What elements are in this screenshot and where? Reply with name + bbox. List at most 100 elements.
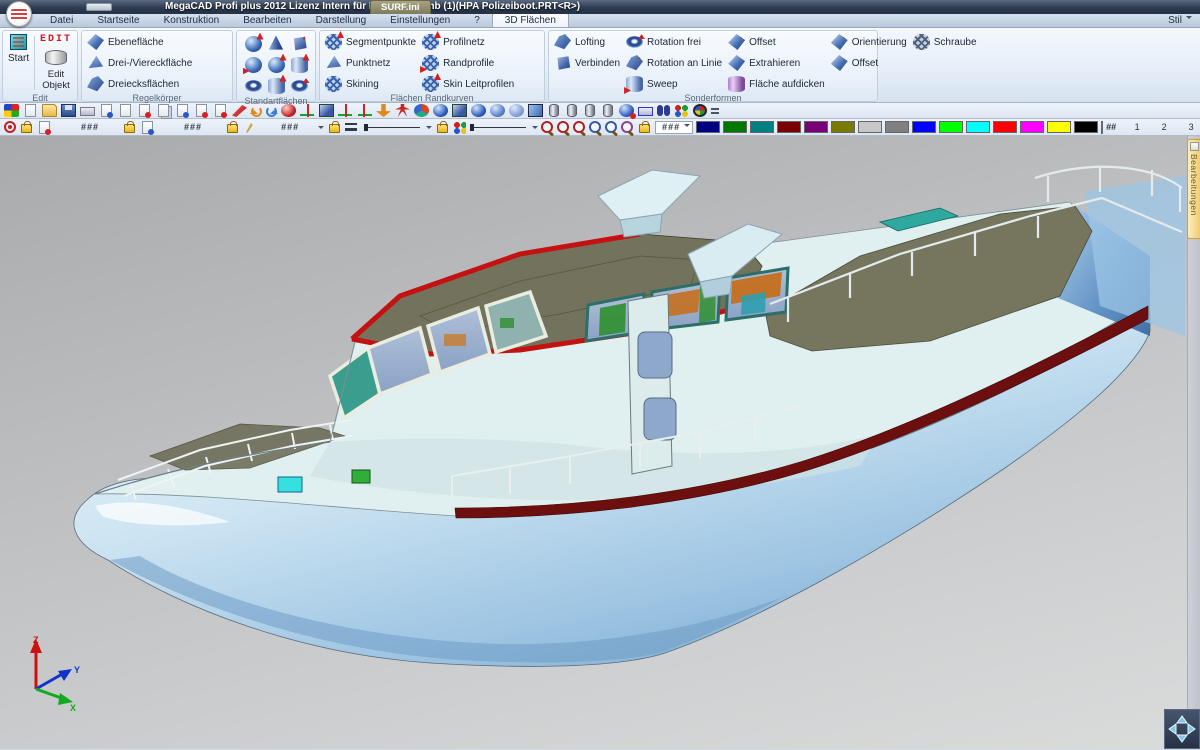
sphere-hr-surface-button[interactable] — [245, 57, 262, 73]
schraube-button[interactable]: Schraube — [913, 34, 977, 50]
tab-konstruktion[interactable]: Konstruktion — [152, 14, 232, 27]
zoom-out-red-icon[interactable] — [541, 121, 554, 134]
sphere-axis-surface-button[interactable] — [268, 57, 285, 73]
profilnetz-button[interactable]: Profilnetz — [422, 34, 514, 50]
extrahieren-button[interactable]: Extrahieren — [728, 55, 825, 71]
layer-value[interactable]: ### — [75, 122, 105, 132]
rotation-an-linie-button[interactable]: Rotation an Linie — [626, 55, 722, 71]
randprofile-button[interactable]: Randprofile — [422, 55, 514, 71]
globe-icon[interactable] — [433, 104, 448, 117]
cylinder-tool-1-icon[interactable] — [549, 104, 559, 117]
zoom-window-icon[interactable] — [557, 121, 570, 134]
color-dots-icon[interactable] — [674, 104, 689, 117]
document-tab-surf-ini[interactable]: SURF.ini — [370, 0, 431, 14]
palette-yellow[interactable] — [1047, 121, 1071, 133]
linewidth-slider[interactable] — [366, 127, 420, 128]
palette-green[interactable] — [723, 121, 747, 133]
sphere-surface-button[interactable] — [245, 36, 262, 52]
tab-bearbeiten[interactable]: Bearbeiten — [231, 14, 303, 27]
linewidth-dropdown-icon[interactable] — [426, 126, 432, 132]
skin-leitprofilen-button[interactable]: Skin Leitprofilen — [422, 76, 514, 92]
box-surface-button[interactable] — [291, 36, 308, 52]
hidden-line-view-icon[interactable] — [509, 104, 524, 117]
pen-value[interactable]: ### — [275, 122, 305, 132]
palette-cyan[interactable] — [966, 121, 990, 133]
shaded-view-icon[interactable] — [471, 104, 486, 117]
orientierung-button[interactable]: Orientierung — [831, 34, 907, 50]
color-wheel-icon[interactable] — [693, 104, 707, 117]
special-color-icon[interactable] — [1101, 121, 1103, 134]
plot-icon[interactable] — [638, 107, 653, 116]
pen-lock-icon[interactable] — [227, 124, 238, 133]
edit-objekt-button[interactable]: EDIT EditObjekt — [40, 34, 72, 92]
undo-icon[interactable] — [251, 106, 262, 117]
solid-view-icon[interactable] — [452, 104, 467, 117]
viewport-3d[interactable]: Z Y X Bearbeitungen — [0, 136, 1200, 749]
linetype-dropdown-icon[interactable] — [532, 126, 538, 132]
sweep-button[interactable]: Sweep — [626, 76, 722, 92]
palette-purple[interactable] — [804, 121, 828, 133]
view-button-3[interactable]: 3 — [1179, 122, 1200, 132]
page-import-icon[interactable] — [139, 104, 150, 117]
palette-black[interactable] — [1074, 121, 1098, 133]
cylinder-tool-3-icon[interactable] — [585, 104, 595, 117]
drei-viereckflaeche-button[interactable]: Drei-/Viereckfläche — [87, 55, 192, 71]
toolbar-overflow-icon[interactable] — [711, 104, 719, 117]
new-file-icon[interactable] — [25, 104, 36, 117]
reference-point-icon[interactable] — [4, 121, 16, 133]
tab-3d-flaechen[interactable]: 3D Flächen — [492, 13, 569, 27]
tab-help[interactable]: ? — [462, 14, 492, 27]
box-3d-icon[interactable] — [319, 104, 334, 117]
palette-red[interactable] — [993, 121, 1017, 133]
export-b-icon[interactable] — [215, 104, 226, 117]
save-file-icon[interactable] — [61, 104, 76, 117]
palette-silver[interactable] — [858, 121, 882, 133]
linetype-icon[interactable] — [453, 121, 466, 134]
megacad-logo[interactable] — [6, 1, 32, 27]
tab-darstellung[interactable]: Darstellung — [304, 14, 379, 27]
lofting-button[interactable]: Lofting — [554, 34, 620, 50]
segmentpunkte-button[interactable]: Segmentpunkte — [325, 34, 416, 50]
palette-olive[interactable] — [831, 121, 855, 133]
view-button-2[interactable]: 2 — [1152, 122, 1176, 132]
wireframe-view-icon[interactable] — [490, 104, 505, 117]
stil-dropdown[interactable]: Stil — [1160, 14, 1200, 27]
view-button-1[interactable]: 1 — [1125, 122, 1149, 132]
rotation-frei-button[interactable]: Rotation frei — [626, 34, 722, 50]
hatch-icon[interactable]: ## — [1106, 122, 1116, 132]
palette-gray[interactable] — [885, 121, 909, 133]
palette-magenta[interactable] — [1020, 121, 1044, 133]
color-lock-icon[interactable] — [639, 124, 650, 133]
mode-colors-icon[interactable] — [4, 104, 19, 117]
offset-button[interactable]: Offset — [728, 34, 825, 50]
offset2-button[interactable]: Offset — [831, 55, 907, 71]
linetype-slider[interactable] — [472, 127, 526, 128]
palette-blue[interactable] — [912, 121, 936, 133]
zoom-previous-icon[interactable] — [621, 121, 634, 134]
page-settings-icon[interactable] — [177, 104, 188, 117]
drop-to-plane-icon[interactable] — [376, 104, 391, 117]
punktnetz-button[interactable]: Punktnetz — [325, 55, 416, 71]
ebeneflaeche-button[interactable]: Ebenefläche — [87, 34, 192, 50]
layer-lock-icon[interactable] — [21, 124, 32, 133]
snap-sphere-icon[interactable] — [281, 104, 296, 117]
palette-maroon[interactable] — [777, 121, 801, 133]
palette-teal[interactable] — [750, 121, 774, 133]
print-preview-icon[interactable] — [101, 104, 112, 117]
binoculars-icon[interactable] — [657, 105, 663, 116]
linewidth-lock-icon[interactable] — [329, 124, 340, 133]
spool-surface-button[interactable] — [291, 57, 308, 73]
start-label[interactable]: Start — [8, 53, 29, 64]
copy-page-icon[interactable] — [158, 104, 169, 117]
print-icon[interactable] — [80, 107, 95, 116]
dreiecksflaechen-button[interactable]: Dreiecksflächen — [87, 76, 192, 92]
layer-icon[interactable] — [39, 121, 50, 134]
zoom-in-red-icon[interactable] — [573, 121, 586, 134]
cone-surface-button[interactable] — [268, 36, 285, 52]
quick-access-toolbar[interactable] — [86, 3, 112, 11]
pan-navigation-button[interactable] — [1164, 709, 1200, 749]
boat-3d-model[interactable] — [0, 136, 1200, 749]
palette-navy[interactable] — [696, 121, 720, 133]
move-y-icon[interactable] — [357, 104, 372, 117]
cylinder-tool-2-icon[interactable] — [567, 104, 577, 117]
